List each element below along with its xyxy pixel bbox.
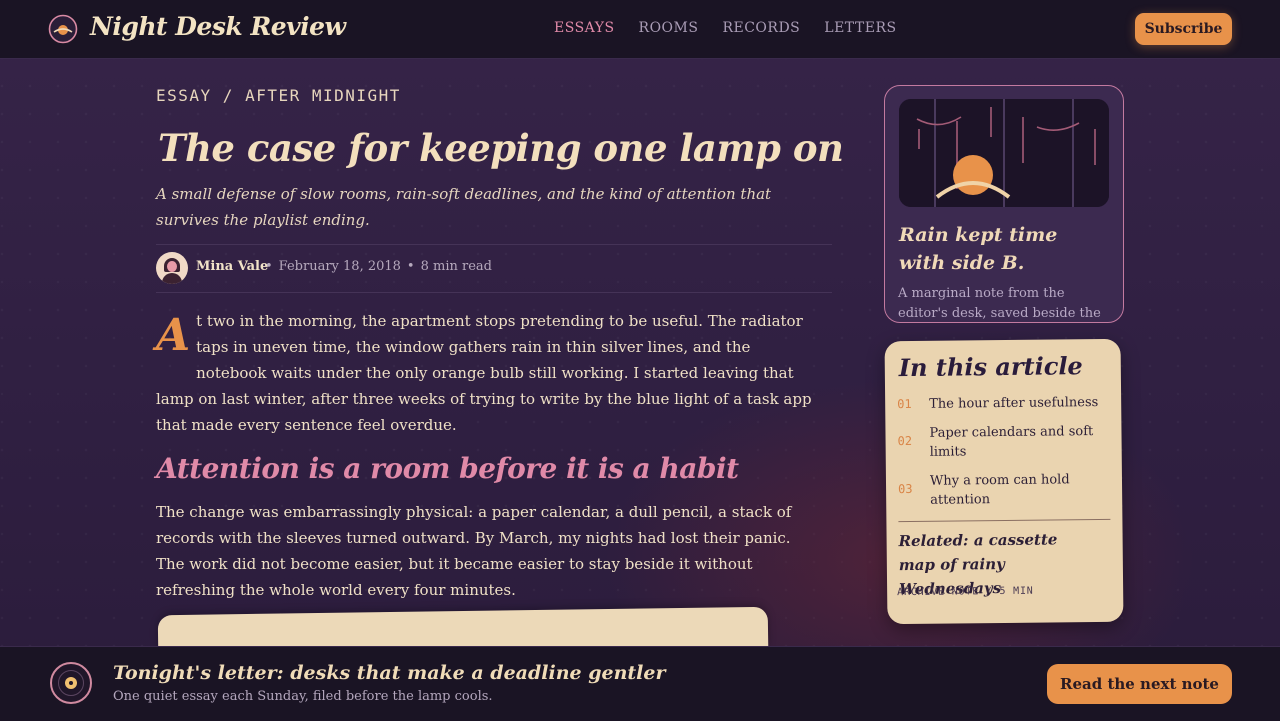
section-heading: Attention is a room before it is a habit: [156, 452, 739, 485]
subscribe-button[interactable]: Subscribe: [1135, 13, 1232, 45]
nav-item-essays[interactable]: ESSAYS: [554, 20, 615, 36]
toc-link[interactable]: Why a room can hold attention: [930, 470, 1108, 510]
toc-title: In this article: [898, 351, 1083, 383]
toc-item[interactable]: 02 Paper calendars and soft limits: [897, 422, 1107, 462]
vinyl-record-icon: [50, 662, 92, 704]
meta-separator: •: [265, 259, 273, 274]
article-dek: A small defense of slow rooms, rain-soft…: [156, 185, 772, 229]
moon-lamp-icon[interactable]: [48, 14, 78, 44]
toc-number: 01: [897, 396, 912, 412]
author-name[interactable]: Mina Vale: [196, 259, 268, 274]
article-kicker: ESSAY / AFTER MIDNIGHT: [156, 86, 401, 105]
article-paragraph: At two in the morning, the apartment sto…: [156, 308, 812, 438]
toc-link[interactable]: Paper calendars and soft limits: [929, 422, 1107, 462]
newsletter-title: Tonight's letter: desks that make a dead…: [113, 662, 666, 684]
toc-number: 03: [898, 481, 913, 497]
publish-date: February 18, 2018: [278, 259, 401, 274]
nav-item-rooms[interactable]: ROOMS: [639, 20, 699, 36]
marginal-note-title: Rain kept time with side B.: [899, 224, 1058, 274]
article-paragraph: The change was embarrassingly physical: …: [156, 503, 792, 599]
newsletter-bar: Tonight's letter: desks that make a dead…: [0, 646, 1280, 721]
site-brand-name[interactable]: Night Desk Review: [90, 12, 346, 41]
meta-separator: •: [406, 259, 415, 274]
related-meta: ARCHIVE NOTE / 5 MIN: [897, 585, 1034, 599]
newsletter-subtitle: One quiet essay each Sunday, filed befor…: [113, 689, 493, 704]
toc-item[interactable]: 03 Why a room can hold attention: [898, 470, 1108, 510]
article-meta: • February 18, 2018 • 8 min read: [265, 259, 492, 274]
drop-cap: A: [156, 310, 191, 361]
paragraph-text: t two in the morning, the apartment stop…: [156, 312, 812, 434]
rain-window-illustration: [899, 99, 1109, 207]
toc-number: 02: [897, 433, 913, 449]
author-avatar[interactable]: [156, 252, 188, 284]
table-of-contents-card: In this article 01 The hour after useful…: [884, 338, 1124, 625]
article-title: The case for keeping one lamp on: [158, 126, 844, 170]
main-nav: ESSAYS ROOMS RECORDS LETTERS: [554, 20, 897, 36]
toc-item[interactable]: 01 The hour after usefulness: [897, 393, 1107, 414]
top-navigation-bar: Night Desk Review ESSAYS ROOMS RECORDS L…: [0, 0, 1280, 59]
marginal-note-card[interactable]: Rain kept time with side B. A marginal n…: [884, 85, 1124, 323]
marginal-note-text: A marginal note from the editor's desk, …: [898, 286, 1101, 321]
nav-item-records[interactable]: RECORDS: [722, 20, 800, 36]
toc-link[interactable]: The hour after usefulness: [929, 393, 1107, 414]
nav-item-letters[interactable]: LETTERS: [824, 20, 896, 36]
byline: Mina Vale • February 18, 2018 • 8 min read: [156, 244, 832, 293]
read-next-button[interactable]: Read the next note: [1047, 664, 1232, 704]
read-time: 8 min read: [420, 259, 492, 274]
toc-list: 01 The hour after usefulness 02 Paper ca…: [897, 393, 1108, 520]
